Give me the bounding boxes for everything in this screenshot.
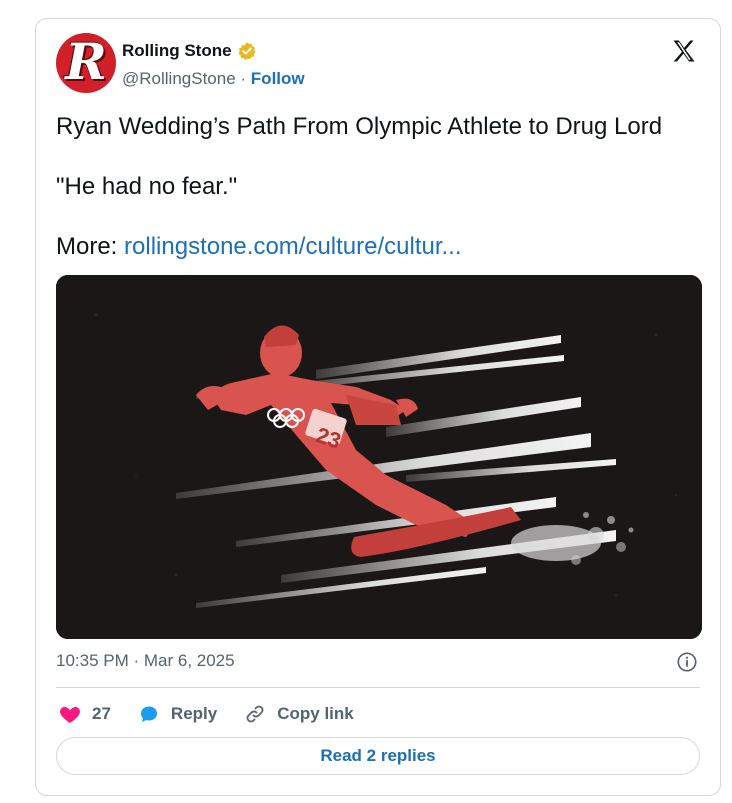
author-handle[interactable]: @RollingStone: [122, 69, 236, 88]
more-label: More:: [56, 233, 118, 260]
divider: [56, 687, 700, 688]
author-name[interactable]: Rolling Stone: [122, 41, 232, 61]
x-logo-icon[interactable]: [670, 37, 698, 65]
heart-icon: [60, 707, 80, 723]
post-image[interactable]: 23: [56, 275, 702, 639]
like-button[interactable]: 27: [58, 702, 111, 726]
post-more-line: More: rollingstone.com/culture/cultur...: [56, 233, 462, 261]
reply-button[interactable]: Reply: [137, 702, 217, 726]
post-timestamp[interactable]: 10:35 PM · Mar 6, 2025: [56, 651, 235, 671]
verified-badge-icon: [238, 42, 256, 60]
like-count: 27: [92, 704, 111, 723]
article-link[interactable]: rollingstone.com/culture/cultur...: [124, 233, 462, 260]
info-icon[interactable]: [676, 651, 698, 673]
reply-bubble-icon: [140, 706, 157, 722]
author-name-row: Rolling Stone: [122, 41, 257, 61]
reply-label: Reply: [170, 704, 218, 723]
snowboarder-illustration: 23: [56, 275, 702, 639]
copy-link-label: Copy link: [277, 704, 354, 723]
post-quote: "He had no fear.": [56, 173, 238, 200]
avatar[interactable]: R: [56, 33, 116, 93]
handle-separator: ·: [240, 69, 247, 88]
post-headline: Ryan Wedding’s Path From Olympic Athlete…: [56, 113, 663, 140]
follow-button[interactable]: Follow: [251, 69, 305, 88]
link-icon: [246, 705, 264, 723]
author-handle-row: @RollingStone · Follow: [122, 69, 305, 89]
embedded-post-card: R Rolling Stone @RollingStone · Follow R…: [35, 18, 721, 796]
action-bar: 27 Reply Copy link: [58, 702, 380, 726]
copy-link-button[interactable]: Copy link: [243, 702, 354, 726]
read-replies-button[interactable]: Read 2 replies: [56, 737, 700, 775]
avatar-letter: R: [65, 33, 107, 91]
